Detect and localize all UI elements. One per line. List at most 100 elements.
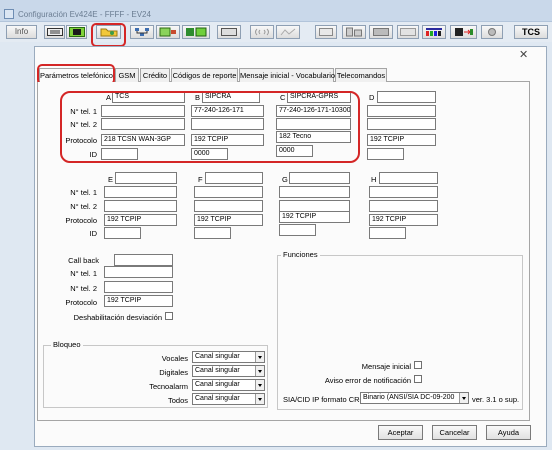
info-button[interactable]: Info — [6, 25, 37, 39]
bloqueo-digitales-select[interactable]: Canal singular — [192, 365, 265, 377]
bloqueo-todos-select[interactable]: Canal singular — [192, 393, 265, 405]
slot-e-name-field[interactable] — [115, 172, 177, 184]
tel2-label-2: N° tel. 2 — [70, 202, 97, 211]
chevron-down-icon — [255, 394, 264, 404]
mensaje-inicial-checkbox[interactable] — [414, 361, 422, 369]
bloqueo-digitales-value: Canal singular — [195, 367, 240, 374]
slot-h-tel1-field[interactable] — [369, 186, 438, 198]
module-green-icon[interactable] — [156, 25, 180, 39]
signal-icon[interactable] — [276, 25, 300, 39]
slot-e-protocolo-select[interactable]: 192 TCPIP — [104, 214, 177, 226]
help-button[interactable]: Ayuda — [486, 425, 531, 440]
bloqueo-todos-label: Todos — [167, 396, 188, 405]
callback-tel1-field[interactable] — [104, 266, 173, 278]
accept-button[interactable]: Aceptar — [378, 425, 423, 440]
id-label-2: ID — [89, 229, 98, 238]
tab-credito[interactable]: Crédito — [140, 68, 170, 82]
tcs-button[interactable]: TCS — [514, 25, 548, 39]
color-bars-icon[interactable] — [422, 25, 446, 39]
slot-h-tel2-field[interactable] — [369, 200, 438, 212]
keypad-icon[interactable] — [369, 25, 393, 39]
protocolo-label-2: Protocolo — [65, 216, 97, 225]
network-icon[interactable] — [130, 25, 154, 39]
rs485-icon[interactable] — [397, 25, 419, 39]
devices-icon[interactable] — [342, 25, 366, 39]
expander-icon[interactable] — [182, 25, 210, 39]
bloqueo-tecnoalarm-select[interactable]: Canal singular — [192, 379, 265, 391]
slot-f-tel1-field[interactable] — [194, 186, 263, 198]
aviso-error-checkbox[interactable] — [414, 375, 422, 383]
callback-tel2-field[interactable] — [104, 281, 173, 293]
app-icon — [4, 9, 14, 19]
slot-g-protocolo-select[interactable]: 192 TCPIP — [279, 211, 350, 223]
settings-icon[interactable] — [481, 25, 503, 39]
tab-telecomandos[interactable]: Telecomandos — [335, 68, 387, 82]
callback-protocolo-select[interactable]: 192 TCPIP — [104, 295, 173, 307]
callback-name-field[interactable] — [114, 254, 173, 266]
slot-d-letter: D — [369, 93, 375, 102]
slot-g-name-field[interactable] — [289, 172, 350, 184]
bloqueo-vocales-label: Vocales — [161, 354, 188, 363]
display-icon[interactable] — [217, 25, 241, 39]
tab-codigos-reporte[interactable]: Códigos de reporte — [171, 68, 238, 82]
tab-mensaje-inicial[interactable]: Mensaje inicial - Vocabulario — [239, 68, 335, 82]
tab-gsm[interactable]: GSM — [115, 68, 139, 82]
ev-module-icon[interactable] — [66, 25, 87, 39]
slot-f-tel2-field[interactable] — [194, 200, 263, 212]
bloqueo-digitales-label: Digitales — [159, 368, 188, 377]
funciones-group — [277, 255, 523, 410]
bloqueo-tecnoalarm-label: Tecnoalarm — [149, 382, 188, 391]
slot-h-name-field[interactable] — [379, 172, 438, 184]
slot-f-name-field[interactable] — [205, 172, 263, 184]
transfer-icon[interactable] — [450, 25, 477, 39]
slot-h-id-field[interactable] — [369, 227, 406, 239]
chevron-down-icon — [255, 366, 264, 376]
slot-d-protocolo-select[interactable]: 192 TCPIP — [367, 134, 436, 146]
slot-d-tel1-field[interactable] — [367, 105, 436, 117]
close-icon[interactable]: ✕ — [519, 48, 528, 61]
sia-version-label: ver. 3.1 o sup. — [472, 395, 520, 404]
slot-f-id-field[interactable] — [194, 227, 231, 239]
keyboard-icon[interactable] — [44, 25, 65, 39]
slot-h-letter: H — [371, 175, 377, 184]
slot-g-id-field[interactable] — [279, 224, 316, 236]
chevron-down-icon — [255, 380, 264, 390]
bloqueo-tecnoalarm-value: Canal singular — [195, 381, 240, 388]
callback-tel1-label: N° tel. 1 — [70, 269, 97, 278]
tel1-label-2: N° tel. 1 — [70, 188, 97, 197]
slot-h-protocolo-select[interactable]: 192 TCPIP — [369, 214, 438, 226]
deshab-desviacion-checkbox[interactable] — [165, 312, 173, 320]
bloqueo-todos-value: Canal singular — [195, 395, 240, 402]
funciones-title: Funciones — [281, 250, 320, 259]
slot-e-tel2-field[interactable] — [104, 200, 177, 212]
panel-icon[interactable] — [315, 25, 337, 39]
sia-cid-label: SIA/CID IP formato CRC — [283, 395, 365, 404]
radio-waves-icon[interactable] — [250, 25, 274, 39]
callback-tel2-label: N° tel. 2 — [70, 284, 97, 293]
slot-g-letter: G — [282, 175, 288, 184]
slot-f-protocolo-select[interactable]: 192 TCPIP — [194, 214, 263, 226]
callback-label: Call back — [68, 256, 99, 265]
window-title: Configuración Ev424E - FFFF - EV24 — [18, 10, 151, 19]
sia-cid-select[interactable]: Binario (ANSI/SIA DC-09-200 — [360, 392, 469, 404]
callback-protocolo-label: Protocolo — [65, 298, 97, 307]
aviso-error-label: Aviso error de notificación — [324, 376, 411, 385]
slot-g-tel1-field[interactable] — [279, 186, 350, 198]
mensaje-inicial-label: Mensaje inicial — [361, 362, 411, 371]
bloqueo-vocales-value: Canal singular — [195, 353, 240, 360]
slot-e-id-field[interactable] — [104, 227, 141, 239]
chevron-down-icon — [459, 393, 468, 403]
deshab-desviacion-label: Deshabilitación desviación — [73, 313, 162, 322]
phone-params-highlight — [60, 91, 360, 163]
slot-e-letter: E — [108, 175, 114, 184]
bloqueo-title: Bloqueo — [51, 340, 83, 349]
slot-e-tel1-field[interactable] — [104, 186, 177, 198]
slot-d-name-field[interactable] — [377, 91, 436, 103]
toolbar-highlight — [91, 23, 126, 47]
cancel-button[interactable]: Cancelar — [432, 425, 477, 440]
chevron-down-icon — [255, 352, 264, 362]
bloqueo-vocales-select[interactable]: Canal singular — [192, 351, 265, 363]
slot-d-id-field[interactable] — [367, 148, 404, 160]
slot-d-tel2-field[interactable] — [367, 118, 436, 130]
sia-cid-value: Binario (ANSI/SIA DC-09-200 — [363, 394, 455, 401]
